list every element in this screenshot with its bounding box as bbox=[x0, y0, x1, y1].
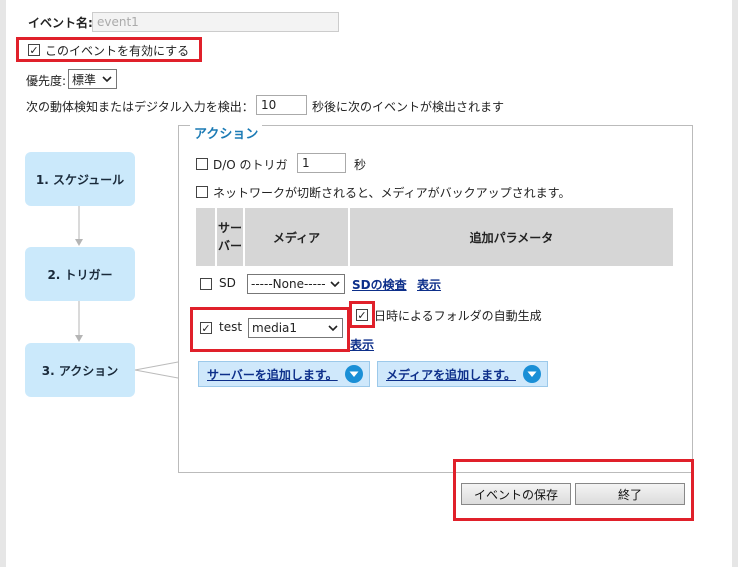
close-button[interactable]: 終了 bbox=[575, 483, 685, 505]
save-event-button[interactable]: イベントの保存 bbox=[461, 483, 571, 505]
action-legend: アクション bbox=[190, 123, 263, 142]
add-server-button[interactable]: サーバーを追加します。 bbox=[198, 361, 370, 387]
test-view-link[interactable]: 表示 bbox=[350, 336, 374, 353]
do-trigger-input[interactable] bbox=[297, 153, 346, 173]
row-sd-server: SD bbox=[219, 276, 236, 290]
sd-check-link[interactable]: SDの検査 bbox=[352, 276, 407, 293]
do-trigger-checkbox[interactable] bbox=[196, 158, 208, 170]
row-test-media-value: media1 bbox=[252, 321, 298, 335]
do-trigger-unit: 秒 bbox=[354, 158, 367, 172]
row-test-server: test bbox=[219, 320, 243, 334]
add-media-label: メディアを追加します。 bbox=[386, 367, 516, 382]
close-label: 終了 bbox=[617, 487, 642, 502]
table-header-params: 追加パラメータ bbox=[350, 208, 673, 266]
params-header-text: 追加パラメータ bbox=[469, 230, 554, 245]
table-header-media: メディア bbox=[245, 208, 348, 266]
sd-view-link[interactable]: 表示 bbox=[417, 276, 441, 293]
network-backup-label: ネットワークが切断されると、メディアがバックアップされます。 bbox=[213, 186, 571, 200]
add-server-label: サーバーを追加します。 bbox=[207, 367, 338, 382]
save-event-label: イベントの保存 bbox=[473, 487, 558, 502]
do-trigger-label: D/O のトリガ bbox=[213, 158, 288, 172]
row-test-checkbox[interactable]: ✓ bbox=[200, 322, 212, 334]
row-test-media-select[interactable]: media1 bbox=[248, 318, 343, 338]
chevron-down-icon bbox=[329, 278, 341, 290]
auto-folder-checkbox[interactable]: ✓ bbox=[356, 309, 368, 321]
row-sd-media-value: -----None----- bbox=[251, 277, 326, 291]
table-header-blank bbox=[196, 208, 215, 266]
action-fieldset bbox=[178, 125, 693, 473]
check-icon: ✓ bbox=[201, 321, 211, 335]
chevron-down-circle-icon bbox=[523, 365, 541, 383]
media-header-text: メディア bbox=[272, 230, 321, 245]
table-header-server: サー バー bbox=[217, 208, 243, 266]
row-sd-checkbox[interactable] bbox=[200, 278, 212, 290]
add-media-button[interactable]: メディアを追加します。 bbox=[377, 361, 548, 387]
chevron-down-icon bbox=[327, 322, 339, 334]
auto-folder-label: 日時によるフォルダの自動生成 bbox=[374, 309, 542, 323]
chevron-down-circle-icon bbox=[345, 365, 363, 383]
check-icon: ✓ bbox=[357, 308, 367, 322]
server-header-line1: サー bbox=[217, 221, 242, 235]
server-header-line2: バー bbox=[217, 239, 242, 253]
network-backup-checkbox[interactable] bbox=[196, 186, 208, 198]
row-sd-media-select[interactable]: -----None----- bbox=[247, 274, 345, 294]
